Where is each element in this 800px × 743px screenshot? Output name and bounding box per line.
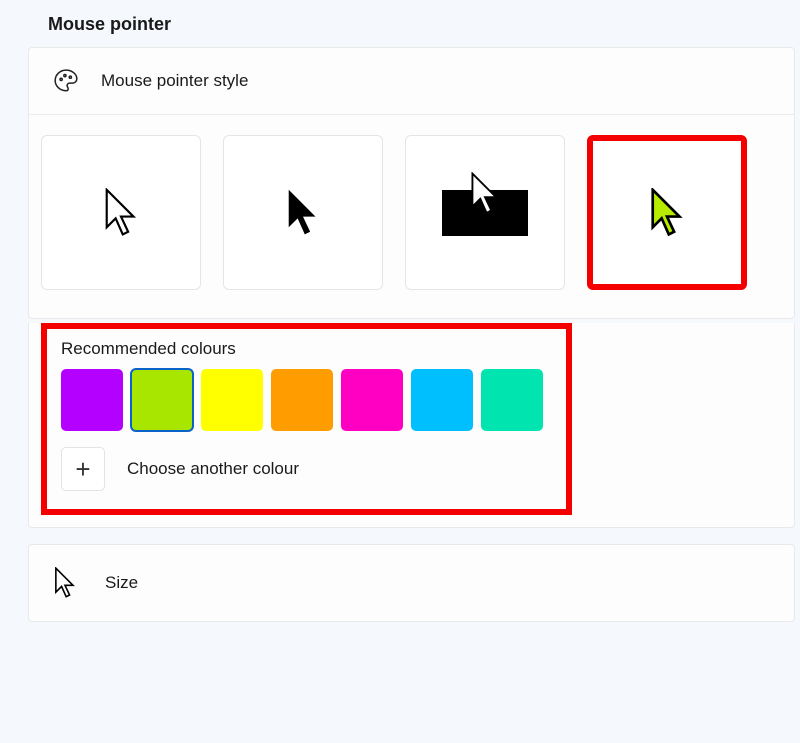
pointer-style-card: Mouse pointer style [28, 47, 795, 319]
cursor-custom-icon [648, 188, 686, 238]
plus-icon: + [75, 454, 90, 485]
style-option-black[interactable] [223, 135, 383, 290]
colour-swatch-6[interactable] [481, 369, 543, 431]
choose-another-colour-label: Choose another colour [127, 459, 299, 479]
colour-swatch-3[interactable] [271, 369, 333, 431]
colours-card: Recommended colours + Choose another col… [28, 323, 795, 528]
pointer-style-header: Mouse pointer style [29, 48, 794, 115]
choose-another-row: + Choose another colour [61, 447, 552, 491]
style-option-inverted[interactable] [405, 135, 565, 290]
style-option-white[interactable] [41, 135, 201, 290]
style-tiles-row [41, 135, 782, 290]
size-label: Size [105, 573, 138, 593]
pointer-style-body [29, 115, 794, 318]
page-title: Mouse pointer [0, 0, 800, 47]
cursor-inverted-icon [442, 190, 528, 236]
cursor-size-icon [53, 567, 77, 599]
palette-icon [53, 68, 79, 94]
colour-swatch-1[interactable] [131, 369, 193, 431]
recommended-colours-title: Recommended colours [61, 339, 552, 359]
colour-swatch-0[interactable] [61, 369, 123, 431]
swatch-row [61, 369, 552, 431]
size-card[interactable]: Size [28, 544, 795, 622]
cursor-white-icon [102, 188, 140, 238]
colour-swatch-2[interactable] [201, 369, 263, 431]
style-option-custom[interactable] [587, 135, 747, 290]
colour-swatch-4[interactable] [341, 369, 403, 431]
colour-swatch-5[interactable] [411, 369, 473, 431]
choose-another-colour-button[interactable]: + [61, 447, 105, 491]
colours-highlight-region: Recommended colours + Choose another col… [41, 323, 572, 515]
cursor-black-icon [284, 188, 322, 238]
pointer-style-label: Mouse pointer style [101, 71, 248, 91]
